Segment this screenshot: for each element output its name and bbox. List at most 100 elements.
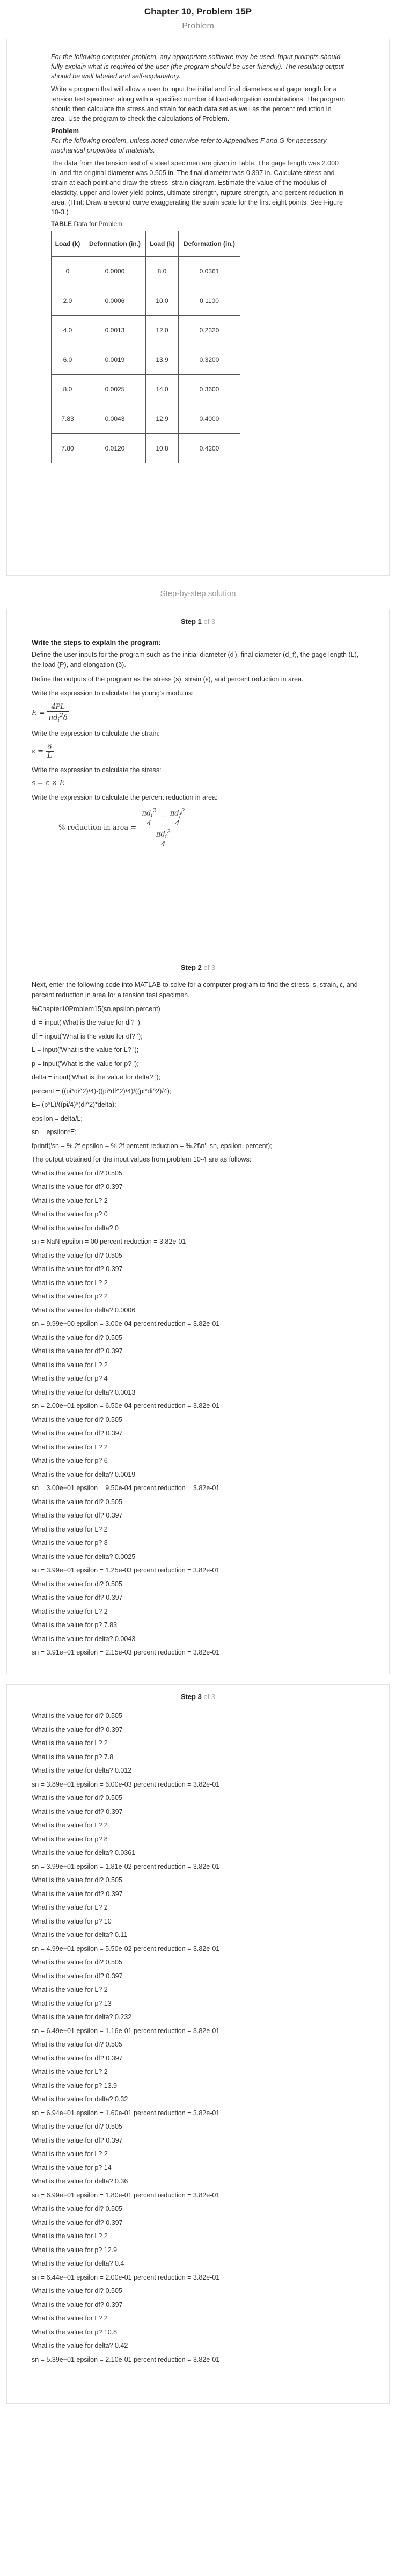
table-row: 8.0 0.0025 14.0 0.3600	[51, 374, 240, 404]
chapter-title: Chapter 10, Problem 15P	[144, 6, 252, 17]
code-line: di = input('What is the value for di? ')…	[32, 1019, 142, 1026]
table-cell: 0.0025	[84, 374, 146, 404]
step-1-reduction-text: Write the expression to calculate the pe…	[32, 794, 218, 802]
code-line: What is the value for df? 0.397	[32, 1430, 123, 1437]
code-line: What is the value for df? 0.397	[32, 1594, 123, 1601]
code-line: p = input('What is the value for p? ');	[32, 1060, 139, 1068]
table-row: 2.0 0.0006 10.0 0.1100	[51, 285, 240, 316]
code-line: What is the value for delta? 0	[32, 1224, 119, 1232]
code-line: What is the value for delta? 0.232	[32, 2013, 132, 2021]
table-cell: 0.3200	[178, 344, 240, 375]
code-line: percent = ((pi*di^2)/4)-((pi*df^2)/4)/((…	[32, 1087, 172, 1095]
reduction-equation: % reduction in area = πdi2 4 − πdf2 4 πdi2 4	[58, 807, 364, 848]
code-line: What is the value for L? 2	[32, 1607, 108, 1615]
code-line: E= (p*L)/((pi/4)*(di^2)*delta);	[32, 1101, 116, 1108]
table-header-deformation-2: Deformation (in.)	[178, 230, 240, 257]
table-cell: 0.0120	[84, 433, 146, 463]
table-cell: 10.0	[145, 285, 179, 316]
code-line: What is the value for delta? 0.32	[32, 2095, 128, 2103]
modulus-equation: E = 4PL πdi2δ	[32, 703, 364, 723]
code-line: What is the value for delta? 0.0043	[32, 1635, 136, 1643]
code-line: What is the value for di? 0.505	[32, 1958, 122, 1966]
table-caption: TABLE Data for Problem	[51, 220, 123, 228]
code-line: What is the value for delta? 0.0361	[32, 1849, 136, 1856]
table-cell: 12.9	[145, 403, 179, 434]
code-line: sn = 3.00e+01 epsilon = 9.50e-04 percent…	[32, 1484, 220, 1492]
code-line: What is the value for df? 0.397	[32, 1725, 123, 1733]
code-line: What is the value for L? 2	[32, 1443, 108, 1451]
code-line: What is the value for p? 14	[32, 2164, 112, 2172]
code-line: What is the value for p? 8	[32, 1835, 108, 1843]
code-line: What is the value for L? 2	[32, 1739, 108, 1747]
code-line: fprintf('sn = %.2f epsilon = %.2f percen…	[32, 1142, 272, 1150]
code-line: What is the value for df? 0.397	[32, 1808, 123, 1816]
step-1-outputs-text: Define the outputs of the program as the…	[32, 675, 304, 683]
code-line: What is the value for L? 2	[32, 1196, 108, 1204]
code-line: What is the value for di? 0.505	[32, 1169, 122, 1177]
code-line: What is the value for L? 2	[32, 1525, 108, 1533]
table-cell: 0.2320	[178, 315, 240, 345]
code-line: What is the value for p? 13	[32, 1999, 112, 2007]
problem-subheading: Problem	[51, 126, 79, 135]
table-cell: 0.4200	[178, 433, 240, 463]
code-line: What is the value for L? 2	[32, 2068, 108, 2076]
code-line: What is the value for L? 2	[32, 1904, 108, 1911]
table-header-load-2: Load (k)	[145, 230, 179, 257]
code-line: What is the value for L? 2	[32, 1279, 108, 1287]
step-3-card: Step 3 of 3 What is the value for di? 0.…	[6, 1684, 390, 2404]
step-1-heading: Step 1 of 3	[180, 618, 216, 626]
code-line: What is the value for di? 0.505	[32, 2205, 122, 2212]
code-line: What is the value for L? 2	[32, 1361, 108, 1369]
code-line: sn = NaN epsilon = 00 percent reduction …	[32, 1238, 186, 1245]
table-cell: 0.0000	[84, 256, 146, 286]
code-line: sn = 6.94e+01 epsilon = 1.60e-01 percent…	[32, 2109, 220, 2117]
table-header-load-1: Load (k)	[51, 230, 84, 257]
code-line: What is the value for df? 0.397	[32, 2136, 123, 2144]
table-cell: 0.0019	[84, 344, 146, 375]
table-header-row: Load (k) Deformation (in.) Load (k) Defo…	[51, 230, 240, 257]
code-line: What is the value for delta? 0.36	[32, 2178, 128, 2185]
table-cell: 7.83	[51, 403, 84, 434]
table-cell: 0	[51, 256, 84, 286]
step-1-stress-text: Write the expression to calculate the st…	[32, 766, 162, 774]
table-cell: 0.1100	[178, 285, 240, 316]
table-cell: 4.0	[51, 315, 84, 345]
table-cell: 0.0361	[178, 256, 240, 286]
code-line: What is the value for df? 0.397	[32, 1512, 123, 1519]
code-line: What is the value for p? 7.83	[32, 1621, 118, 1629]
code-line: What is the value for p? 4	[32, 1375, 108, 1382]
code-line: What is the value for L? 2	[32, 2232, 108, 2240]
code-line: What is the value for p? 10.8	[32, 2328, 118, 2336]
table-cell: 13.9	[145, 344, 179, 375]
code-line: sn = 3.89e+01 epsilon = 6.00e-03 percent…	[32, 1780, 220, 1788]
table-cell: 14.0	[145, 374, 179, 404]
page: Chapter 10, Problem 15P Problem For the …	[0, 0, 396, 2404]
problem-label: Problem	[182, 21, 214, 31]
code-line: sn = 3.99e+01 epsilon = 1.81e-02 percent…	[32, 1862, 220, 1870]
code-line: What is the value for di? 0.505	[32, 2123, 122, 2130]
table-row: 7.83 0.0043 12.9 0.4000	[51, 403, 240, 434]
code-line: What is the value for L? 2	[32, 1986, 108, 1993]
stress-equation: s = ε × E	[32, 779, 65, 788]
code-line: What is the value for delta? 0.4	[32, 2260, 124, 2267]
table-cell: 0.0043	[84, 403, 146, 434]
code-line: What is the value for delta? 0.0006	[32, 1306, 136, 1314]
strain-equation: ε = δL	[32, 743, 364, 760]
table-cell: 6.0	[51, 344, 84, 375]
code-line: What is the value for di? 0.505	[32, 1876, 122, 1884]
step-1-subheading: Write the steps to explain the program:	[32, 638, 162, 647]
code-line: What is the value for di? 0.505	[32, 2287, 122, 2295]
step-2-code: %Chapter10Problem15(sn,epsilon,percent) d…	[32, 1003, 364, 1660]
problem-task: Write a program that will allow a user t…	[51, 85, 346, 122]
code-line: What is the value for di? 0.505	[32, 1333, 122, 1341]
code-line: What is the value for df? 0.397	[32, 1265, 123, 1273]
code-line: sn = 9.99e+00 epsilon = 3.00e-04 percent…	[32, 1320, 220, 1327]
code-line: What is the value for di? 0.505	[32, 1416, 122, 1424]
table-row: 7.80 0.0120 10.8 0.4200	[51, 433, 240, 463]
code-line: sn = 6.44e+01 epsilon = 2.00e-01 percent…	[32, 2273, 220, 2281]
code-line: sn = 5.39e+01 epsilon = 2.10e-01 percent…	[32, 2355, 220, 2363]
code-line: What is the value for p? 2	[32, 1293, 108, 1300]
table-row: 6.0 0.0019 13.9 0.3200	[51, 344, 240, 375]
table-cell: 8.0	[145, 256, 179, 286]
code-line: What is the value for L? 2	[32, 1822, 108, 1829]
